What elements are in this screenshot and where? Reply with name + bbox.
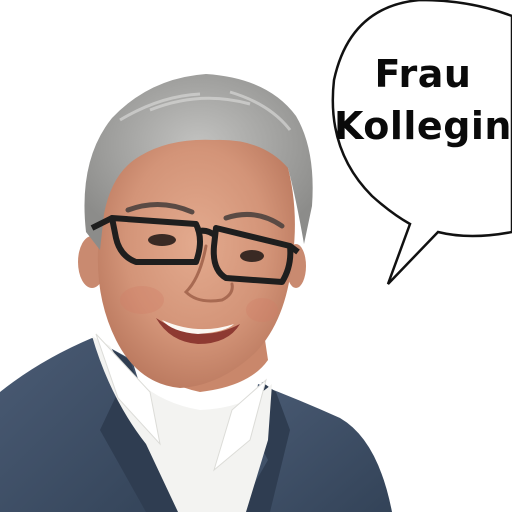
bubble-line-1: Frau [374, 52, 472, 96]
sticker-canvas: Frau Kollegin [0, 0, 512, 512]
bubble-line-2: Kollegin [334, 104, 512, 148]
speech-bubble-text: Frau Kollegin [334, 48, 512, 152]
